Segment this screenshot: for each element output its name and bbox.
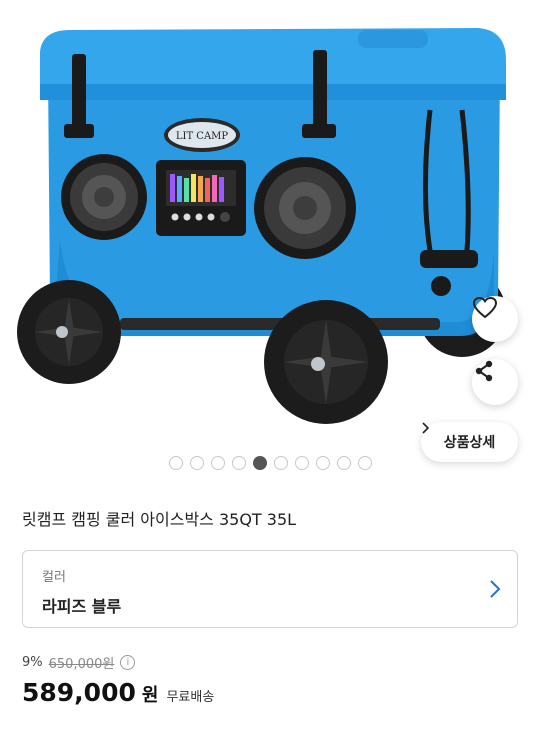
pagination-dot[interactable] <box>210 456 225 470</box>
pagination-dot[interactable] <box>336 456 351 470</box>
share-icon <box>475 360 493 382</box>
pagination-dot[interactable] <box>357 456 372 470</box>
pagination-dot[interactable] <box>315 456 330 470</box>
product-title: 릿캠프 캠핑 쿨러 아이스박스 35QT 35L <box>22 510 297 529</box>
pagination-dot[interactable] <box>273 456 288 470</box>
option-value: 라피즈 블루 <box>42 597 122 616</box>
final-price: 589,000 <box>22 678 136 707</box>
front-left-wheel <box>17 280 121 384</box>
currency-unit: 원 <box>141 685 159 706</box>
chevron-right-icon <box>490 580 501 598</box>
pagination-dot[interactable] <box>294 456 309 470</box>
front-right-wheel <box>264 300 388 424</box>
pagination-dot[interactable] <box>231 456 246 470</box>
discount-rate: 9% <box>22 655 43 670</box>
heart-icon <box>472 296 498 319</box>
price-discount-row: 9% 650,000원 i <box>22 653 136 672</box>
pagination-dot[interactable] <box>168 456 183 470</box>
chevron-right-icon <box>422 422 430 434</box>
product-image[interactable]: LIT CAMP 상품상세 <box>0 0 540 480</box>
right-speaker <box>254 157 356 259</box>
info-icon[interactable]: i <box>120 655 136 670</box>
cooler-illustration: LIT CAMP <box>17 28 506 424</box>
brand-logo: LIT CAMP <box>164 118 240 152</box>
shipping-info: 무료배송 <box>166 690 215 705</box>
wishlist-button[interactable] <box>472 296 518 342</box>
option-label: 컬러 <box>42 570 66 585</box>
svg-text:LIT CAMP: LIT CAMP <box>176 131 229 142</box>
color-option-selector[interactable]: 컬러 라피즈 블루 <box>22 550 518 628</box>
share-button[interactable] <box>472 359 518 405</box>
pagination-dot[interactable] <box>252 456 267 470</box>
left-speaker <box>61 154 147 240</box>
original-price: 650,000원 <box>48 657 115 672</box>
pagination-dot[interactable] <box>189 456 204 470</box>
final-price-row: 589,000 원 무료배송 <box>22 678 214 707</box>
led-display-panel <box>156 160 246 236</box>
image-pagination <box>0 456 540 470</box>
product-detail-label: 상품상세 <box>443 435 496 451</box>
